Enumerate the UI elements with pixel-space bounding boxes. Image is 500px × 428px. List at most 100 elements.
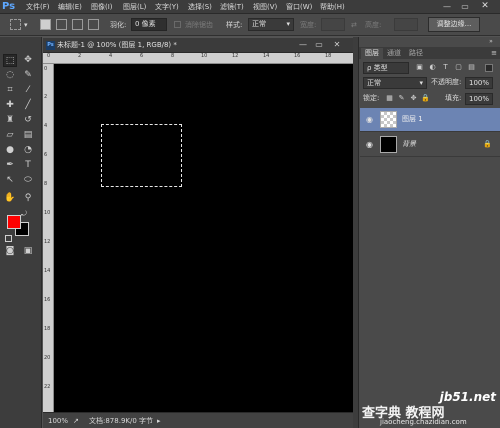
ellipse-tool-icon[interactable]: ⬭	[21, 174, 35, 187]
spot-healing-tool-icon[interactable]: ✚	[3, 99, 17, 112]
chevron-down-icon[interactable]: ▾	[24, 20, 28, 30]
refine-edge-button[interactable]: 调整边缘...	[428, 17, 480, 32]
new-selection-icon[interactable]	[40, 19, 51, 30]
fill-input[interactable]: 100%	[465, 93, 493, 105]
share-icon[interactable]: ↗	[73, 416, 79, 426]
ruler-tick-label: 2	[78, 53, 82, 59]
toolbox: ⬚ ✥ ◌ ✎ ⌗ ⁄ ✚ ╱ ♜ ↺ ▱ ▤ ● ◔ ✒ T ↖ ⬭ ✋ ⚲ …	[0, 37, 42, 428]
blur-tool-icon[interactable]: ●	[3, 144, 17, 157]
lock-pixels-icon[interactable]: ✎	[397, 94, 406, 103]
ruler-tick-label: 4	[109, 53, 113, 59]
clone-stamp-tool-icon[interactable]: ♜	[3, 114, 17, 127]
panel-menu-icon[interactable]: ≡	[487, 48, 500, 59]
gradient-tool-icon[interactable]: ▤	[21, 129, 35, 142]
antialias-label: 消除锯齿	[185, 21, 213, 29]
ruler-tick-label: 8	[44, 181, 48, 187]
marquee-preset-icon[interactable]	[10, 19, 21, 30]
zoom-tool-icon[interactable]: ⚲	[21, 192, 35, 205]
eye-icon[interactable]: ◉	[365, 140, 374, 149]
dodge-tool-icon[interactable]: ◔	[21, 144, 35, 157]
minimize-icon[interactable]: —	[440, 2, 454, 12]
layer-name[interactable]: 图层 1	[402, 114, 423, 125]
options-bar: ▾ 羽化: 0 像素 消除锯齿 样式: 正常 ▾ 宽度: ⇄ 高度: 调整边缘.…	[0, 14, 500, 36]
blend-mode-select[interactable]: 正常 ▾	[363, 77, 427, 89]
move-tool-icon[interactable]: ✥	[21, 54, 35, 67]
close-icon[interactable]: ✕	[476, 1, 494, 12]
subtract-selection-icon[interactable]	[72, 19, 83, 30]
eraser-tool-icon[interactable]: ▱	[3, 129, 17, 142]
hand-tool-icon[interactable]: ✋	[3, 192, 17, 205]
blend-mode-value: 正常	[367, 79, 381, 87]
history-brush-tool-icon[interactable]: ↺	[21, 114, 35, 127]
panel-collapse-icon[interactable]: »	[485, 38, 497, 46]
rectangular-marquee-tool-icon[interactable]: ⬚	[3, 54, 17, 67]
add-selection-icon[interactable]	[56, 19, 67, 30]
intersect-selection-icon[interactable]	[88, 19, 99, 30]
menu-edit[interactable]: 编辑(E)	[58, 2, 82, 12]
pen-tool-icon[interactable]: ✒	[3, 159, 17, 172]
swap-icon[interactable]: ⇄	[351, 20, 357, 30]
menu-layer[interactable]: 图层(L)	[123, 2, 146, 12]
doc-restore-icon[interactable]: ▭	[313, 40, 325, 50]
menu-image[interactable]: 图像(I)	[91, 2, 113, 12]
menu-select[interactable]: 选择(S)	[188, 2, 212, 12]
layers-panel: » 图层 通道 路径 ≡ ρ 类型 ▣ ◐ T ▢ ▤ 正常 ▾ 不透明度: 1…	[358, 37, 500, 428]
filter-adjust-icon[interactable]: ◐	[428, 63, 437, 72]
path-selection-tool-icon[interactable]: ↖	[3, 174, 17, 187]
height-label: 高度:	[365, 21, 382, 29]
doc-minimize-icon[interactable]: —	[297, 40, 309, 50]
lock-position-icon[interactable]: ✥	[409, 94, 418, 103]
crop-tool-icon[interactable]: ⌗	[3, 84, 17, 97]
quick-selection-tool-icon[interactable]: ✎	[21, 69, 35, 82]
filter-type-icon[interactable]: T	[441, 63, 450, 72]
ruler-tick-label: 10	[201, 53, 208, 59]
swap-colors-icon[interactable]: ⤾	[21, 210, 30, 219]
foreground-color-swatch[interactable]	[7, 215, 21, 229]
filter-pixel-icon[interactable]: ▣	[415, 63, 424, 72]
maximize-icon[interactable]: ▭	[458, 2, 472, 12]
document-canvas[interactable]	[54, 64, 353, 412]
status-arrow-icon[interactable]: ▸	[157, 416, 161, 426]
antialias-checkbox[interactable]	[174, 21, 181, 28]
default-colors-icon[interactable]	[5, 235, 12, 242]
ruler-tick-label: 12	[44, 239, 51, 245]
menu-help[interactable]: 帮助(H)	[320, 2, 345, 12]
eyedropper-tool-icon[interactable]: ⁄	[21, 84, 35, 97]
document-tab[interactable]: Ps 未标题-1 @ 100% (图层 1, RGB/8) * — ▭ ✕	[43, 38, 353, 53]
brush-tool-icon[interactable]: ╱	[21, 99, 35, 112]
marquee-selection[interactable]	[101, 124, 182, 187]
filter-toggle[interactable]	[485, 64, 493, 72]
type-tool-icon[interactable]: T	[21, 159, 35, 172]
screen-mode-icon[interactable]: ▣	[21, 245, 35, 258]
lock-transparency-icon[interactable]: ▦	[385, 94, 394, 103]
menu-window[interactable]: 窗口(W)	[286, 2, 312, 12]
tab-channels[interactable]: 通道	[383, 48, 405, 59]
doc-close-icon[interactable]: ✕	[331, 40, 343, 50]
lasso-tool-icon[interactable]: ◌	[3, 69, 17, 82]
eye-icon[interactable]: ◉	[365, 115, 374, 124]
lock-all-icon[interactable]: 🔒	[421, 94, 430, 103]
chevron-down-icon: ▾	[286, 20, 290, 28]
menu-file[interactable]: 文件(F)	[26, 2, 50, 12]
zoom-level[interactable]: 100%	[48, 416, 68, 426]
layer-thumbnail	[380, 136, 397, 153]
filter-smart-icon[interactable]: ▤	[467, 63, 476, 72]
menu-filter[interactable]: 滤镜(T)	[220, 2, 244, 12]
tab-paths[interactable]: 路径	[405, 48, 427, 59]
style-select[interactable]: 正常 ▾	[248, 18, 294, 31]
width-input[interactable]	[321, 18, 345, 31]
layer-row[interactable]: ◉ 图层 1	[360, 108, 500, 132]
filter-shape-icon[interactable]: ▢	[454, 63, 463, 72]
quick-mask-icon[interactable]: ◙	[3, 245, 17, 258]
feather-input[interactable]: 0 像素	[131, 18, 167, 31]
photoshop-logo: Ps	[2, 1, 16, 12]
menu-view[interactable]: 视图(V)	[253, 2, 277, 12]
height-input[interactable]	[394, 18, 418, 31]
layer-name[interactable]: 背景	[402, 139, 416, 150]
opacity-input[interactable]: 100%	[465, 77, 493, 89]
layer-row[interactable]: ◉ 背景 🔒	[360, 133, 500, 157]
tab-layers[interactable]: 图层	[361, 48, 383, 59]
layer-filter-select[interactable]: ρ 类型	[363, 62, 409, 74]
width-label: 宽度:	[300, 21, 317, 29]
menu-type[interactable]: 文字(Y)	[155, 2, 179, 12]
